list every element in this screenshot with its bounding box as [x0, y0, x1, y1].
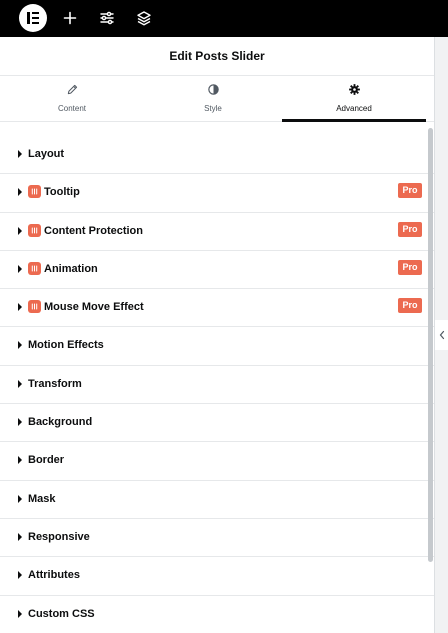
section-label: Custom CSS: [28, 607, 95, 620]
logo-line: [32, 21, 39, 24]
logo-line: [32, 12, 39, 15]
pro-badge: Pro: [398, 183, 422, 199]
collapse-panel-handle[interactable]: [434, 320, 448, 350]
section-content-protection[interactable]: Content Protection Pro: [0, 213, 434, 251]
caret-right-icon: [18, 609, 22, 618]
caret-right-icon: [18, 188, 22, 197]
section-label: Animation: [44, 262, 98, 275]
gear-icon: [282, 83, 426, 97]
tab-advanced[interactable]: Advanced: [282, 76, 426, 122]
section-label: Mask: [28, 492, 56, 505]
logo-line: [32, 16, 39, 20]
site-settings-sliders-icon[interactable]: [95, 6, 119, 30]
panel-scrollbar[interactable]: [428, 128, 433, 562]
caret-right-icon: [18, 456, 22, 465]
caret-right-icon: [18, 226, 22, 235]
pro-badge: Pro: [398, 298, 422, 314]
tab-content-label: Content: [57, 104, 87, 113]
addon-logo-icon: [28, 300, 41, 314]
section-mask[interactable]: Mask: [0, 481, 434, 519]
section-tooltip[interactable]: Tooltip Pro: [0, 174, 434, 213]
advanced-sections-list: Layout Tooltip Pro Content Protection Pr…: [0, 136, 434, 633]
panel-header: Edit Posts Slider: [0, 37, 434, 76]
caret-right-icon: [18, 494, 22, 503]
caret-right-icon: [18, 264, 22, 273]
chevron-left-icon: [439, 330, 445, 340]
caret-right-icon: [18, 418, 22, 427]
section-border[interactable]: Border: [0, 442, 434, 481]
caret-right-icon: [18, 303, 22, 312]
section-label: Mouse Move Effect: [44, 301, 144, 314]
section-label: Background: [28, 416, 93, 429]
pro-badge: Pro: [398, 259, 422, 275]
section-layout[interactable]: Layout: [0, 136, 434, 175]
pencil-icon: [0, 83, 144, 97]
navigator-layers-icon[interactable]: [132, 6, 156, 30]
caret-right-icon: [18, 379, 22, 388]
panel-title: Edit Posts Slider: [169, 49, 265, 63]
section-attributes[interactable]: Attributes: [0, 557, 434, 596]
addon-logo-icon: [28, 261, 41, 275]
section-custom-css[interactable]: Custom CSS: [0, 596, 434, 633]
logo-bar: [27, 12, 30, 24]
elementor-logo-icon[interactable]: [19, 4, 47, 32]
section-label: Tooltip: [44, 186, 80, 199]
section-label: Layout: [28, 148, 65, 160]
tab-style-label: Style: [204, 104, 222, 113]
tab-style[interactable]: Style: [141, 76, 285, 122]
top-toolbar: [0, 0, 448, 37]
section-label: Transform: [28, 377, 82, 390]
section-responsive[interactable]: Responsive: [0, 519, 434, 558]
caret-right-icon: [18, 571, 22, 580]
caret-right-icon: [18, 532, 22, 541]
addon-logo-icon: [28, 185, 41, 199]
section-transform[interactable]: Transform: [0, 366, 434, 405]
section-mouse-move-effect[interactable]: Mouse Move Effect Pro: [0, 289, 434, 328]
section-label: Border: [28, 454, 65, 467]
section-background[interactable]: Background: [0, 404, 434, 443]
caret-right-icon: [18, 341, 22, 350]
section-label: Motion Effects: [28, 339, 104, 352]
caret-right-icon: [18, 150, 22, 158]
addon-logo-icon: [28, 223, 41, 237]
panel-tabs: Content Style Advanced: [0, 76, 434, 122]
tab-advanced-label: Advanced: [336, 104, 372, 113]
section-label: Content Protection: [44, 224, 143, 237]
tab-content[interactable]: Content: [0, 76, 144, 122]
section-label: Attributes: [28, 569, 80, 582]
section-animation[interactable]: Animation Pro: [0, 251, 434, 290]
pro-badge: Pro: [398, 221, 422, 237]
section-label: Responsive: [28, 530, 90, 543]
section-motion-effects[interactable]: Motion Effects: [0, 327, 434, 366]
add-element-plus-icon[interactable]: [58, 6, 82, 30]
half-circle-icon: [141, 83, 285, 97]
